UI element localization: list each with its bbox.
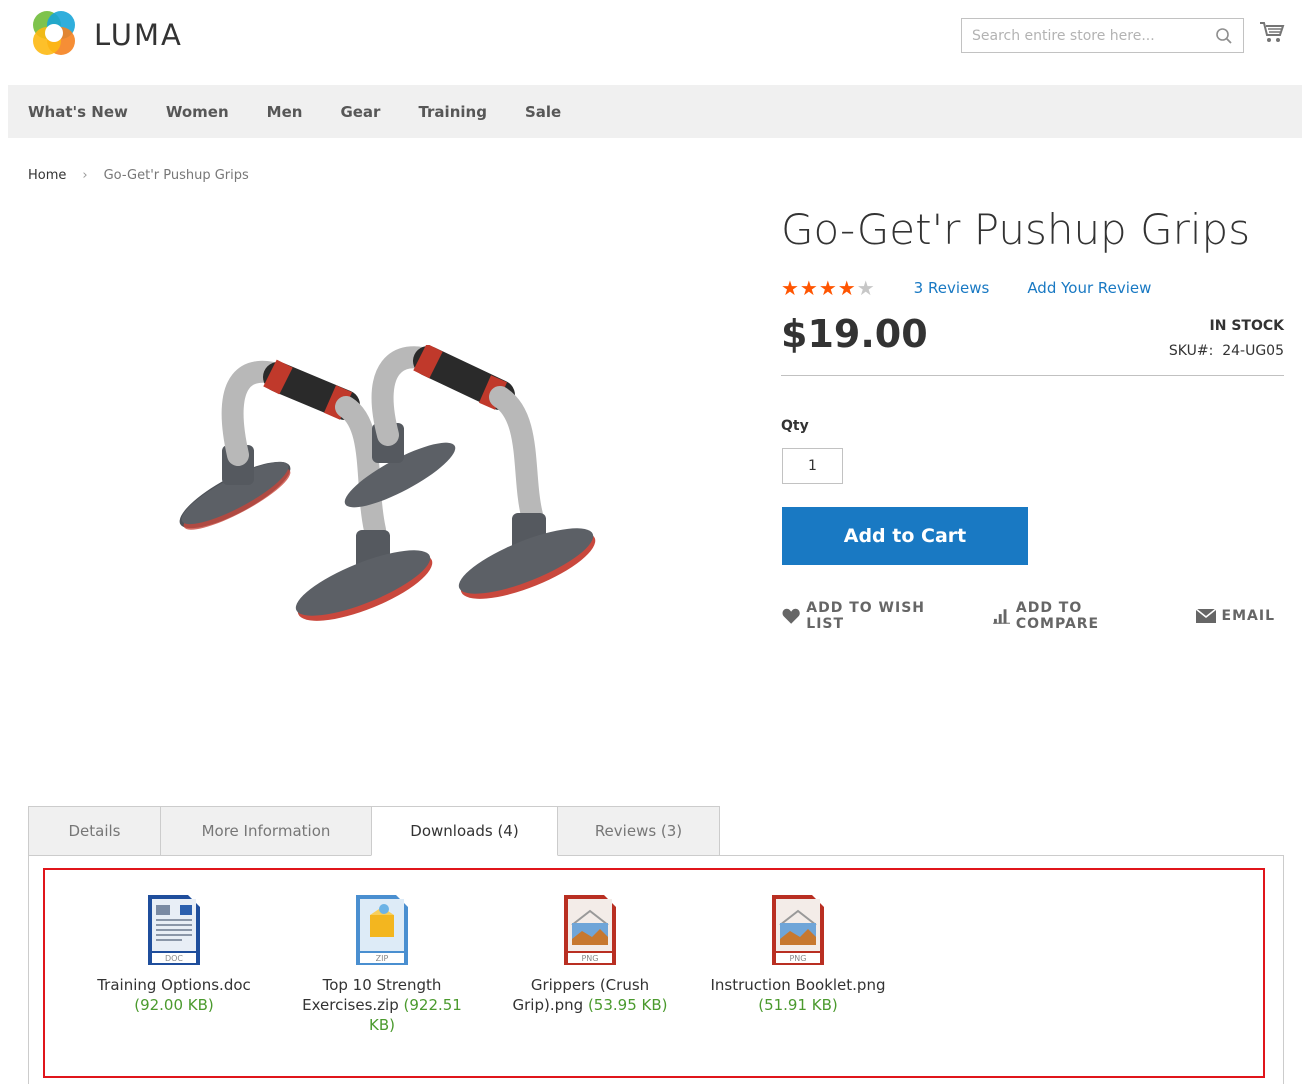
rating-stars-icon: ★★★★★ bbox=[781, 276, 876, 300]
add-to-wishlist-button[interactable]: Add to Wish List bbox=[782, 600, 963, 632]
store-logo[interactable]: LUMA bbox=[28, 8, 183, 60]
breadcrumb-home[interactable]: Home bbox=[28, 168, 66, 183]
png-file-icon: PNG bbox=[770, 893, 826, 969]
tab-more-information[interactable]: More Information bbox=[160, 806, 372, 856]
nav-item-gear[interactable]: Gear bbox=[340, 103, 380, 121]
png-file-icon: PNG bbox=[562, 893, 618, 969]
download-item[interactable]: PNG Instruction Booklet.png (51.91 KB) bbox=[694, 893, 902, 1035]
download-filename: Training Options.doc bbox=[97, 976, 251, 994]
download-name: Instruction Booklet.png (51.91 KB) bbox=[708, 975, 888, 1015]
main-nav: What's New Women Men Gear Training Sale bbox=[8, 85, 1302, 138]
download-item[interactable]: DOC Training Options.doc (92.00 KB) bbox=[70, 893, 278, 1035]
product-image[interactable] bbox=[160, 343, 610, 635]
sku-value: 24-UG05 bbox=[1222, 343, 1284, 359]
product-tabs: Details More Information Downloads (4) R… bbox=[28, 806, 720, 856]
download-name: Grippers (Crush Grip).png (53.95 KB) bbox=[500, 975, 680, 1015]
qty-input[interactable] bbox=[782, 448, 843, 484]
product-title: Go-Get'r Pushup Grips bbox=[781, 205, 1251, 254]
search-icon[interactable] bbox=[1215, 27, 1233, 49]
search-box bbox=[961, 18, 1244, 53]
breadcrumb-separator-icon: › bbox=[82, 168, 88, 183]
nav-item-men[interactable]: Men bbox=[267, 103, 303, 121]
product-price: $19.00 bbox=[781, 312, 928, 356]
download-item[interactable]: PNG Grippers (Crush Grip).png (53.95 KB) bbox=[486, 893, 694, 1035]
svg-text:DOC: DOC bbox=[165, 954, 183, 963]
download-filename: Instruction Booklet.png bbox=[710, 976, 886, 994]
cart-icon[interactable] bbox=[1259, 20, 1285, 48]
envelope-icon bbox=[1195, 609, 1216, 623]
email-button[interactable]: Email bbox=[1195, 608, 1275, 624]
breadcrumb: Home › Go-Get'r Pushup Grips bbox=[28, 168, 249, 183]
nav-item-whats-new[interactable]: What's New bbox=[28, 103, 128, 121]
download-size: (53.95 KB) bbox=[587, 996, 668, 1014]
add-to-cart-button[interactable]: Add to Cart bbox=[782, 507, 1028, 565]
svg-text:PNG: PNG bbox=[789, 954, 806, 963]
add-to-compare-button[interactable]: Add to Compare bbox=[992, 600, 1166, 632]
reviews-link[interactable]: 3 Reviews bbox=[914, 279, 990, 297]
nav-item-training[interactable]: Training bbox=[418, 103, 486, 121]
email-label: Email bbox=[1221, 608, 1275, 624]
download-item[interactable]: ZIP Top 10 Strength Exercises.zip (922.5… bbox=[278, 893, 486, 1035]
zip-file-icon: ZIP bbox=[354, 893, 410, 969]
search-input[interactable] bbox=[962, 19, 1202, 52]
breadcrumb-current: Go-Get'r Pushup Grips bbox=[103, 168, 249, 183]
stock-status: IN STOCK bbox=[1209, 318, 1284, 334]
luma-logo-icon bbox=[28, 8, 80, 60]
download-size: (92.00 KB) bbox=[134, 996, 214, 1014]
logo-text: LUMA bbox=[94, 18, 183, 52]
add-review-link[interactable]: Add Your Review bbox=[1027, 279, 1151, 297]
heart-icon bbox=[782, 608, 800, 624]
qty-label: Qty bbox=[781, 418, 809, 434]
product-actions: Add to Wish List Add to Compare Email bbox=[782, 600, 1305, 632]
tab-details[interactable]: Details bbox=[28, 806, 161, 856]
product-sku: SKU#: 24-UG05 bbox=[1169, 343, 1284, 359]
product-rating: ★★★★★ 3 Reviews Add Your Review bbox=[781, 276, 1151, 300]
wishlist-label: Add to Wish List bbox=[806, 600, 926, 632]
svg-text:ZIP: ZIP bbox=[376, 954, 389, 963]
compare-label: Add to Compare bbox=[1015, 600, 1100, 632]
download-size: (51.91 KB) bbox=[758, 996, 838, 1014]
svg-text:PNG: PNG bbox=[581, 954, 598, 963]
tab-downloads[interactable]: Downloads (4) bbox=[371, 806, 558, 856]
doc-file-icon: DOC bbox=[146, 893, 202, 969]
download-name: Top 10 Strength Exercises.zip (922.51 KB… bbox=[292, 975, 472, 1035]
downloads-list: DOC Training Options.doc (92.00 KB) ZIP … bbox=[70, 893, 902, 1035]
divider bbox=[781, 375, 1284, 376]
sku-label: SKU#: bbox=[1168, 343, 1214, 359]
nav-item-women[interactable]: Women bbox=[166, 103, 229, 121]
download-name: Training Options.doc (92.00 KB) bbox=[84, 975, 264, 1015]
tab-reviews[interactable]: Reviews (3) bbox=[557, 806, 720, 856]
nav-item-sale[interactable]: Sale bbox=[525, 103, 561, 121]
compare-icon bbox=[992, 609, 1010, 624]
